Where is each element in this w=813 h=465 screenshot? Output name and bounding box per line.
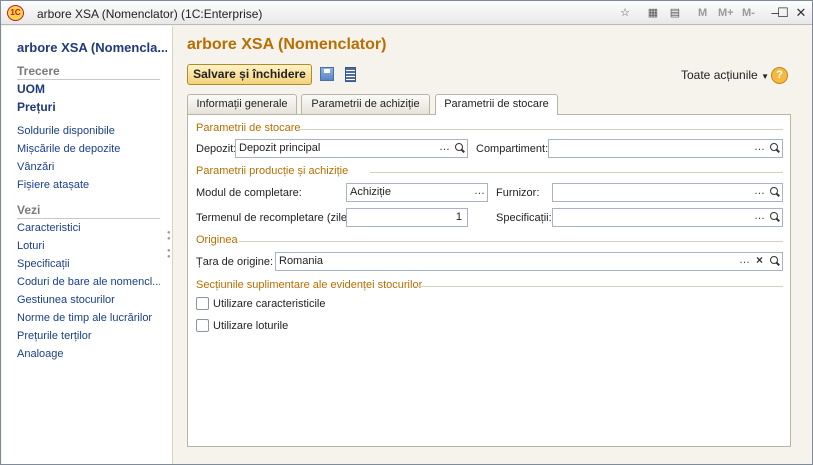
nav-item-uom[interactable]: UOM [17, 82, 45, 96]
title-bar: 1C arbore XSA (Nomenclator) (1C:Enterpri… [1, 1, 812, 25]
group-divider [239, 241, 783, 242]
star-icon[interactable]: ☆ [618, 6, 632, 20]
mod-completare-label: Modul de completare: [196, 187, 302, 199]
nav-link-loturi[interactable]: Loturi [17, 240, 160, 252]
nav-link-vanzari[interactable]: Vânzări [17, 161, 160, 173]
nav-link-soldurile[interactable]: Soldurile disponibile [17, 125, 160, 137]
nav-section-vezi: Vezi [17, 203, 160, 219]
tab-parametrii-stocare[interactable]: Parametrii de stocare [435, 94, 558, 115]
tara-origine-field[interactable]: Romania [275, 252, 783, 271]
group-divider [298, 129, 783, 130]
utilizare-caracteristicile-label[interactable]: Utilizare caracteristicile [213, 298, 325, 310]
nav-link-coduri-de-bare[interactable]: Coduri de bare ale nomencl... [17, 276, 160, 288]
search-icon[interactable] [767, 184, 782, 201]
search-icon[interactable] [767, 253, 782, 270]
group-origin-title: Originea [196, 234, 238, 246]
tara-origine-label: Țara de origine: [196, 256, 274, 268]
memory-minus-button[interactable]: M- [742, 7, 755, 19]
termen-label: Termenul de recompletare (zile): [196, 212, 354, 224]
select-button[interactable]: … [737, 253, 752, 270]
depozit-field[interactable]: Depozit principal [235, 139, 468, 158]
group-storage-title: Parametrii de stocare [196, 122, 301, 134]
splitter-grip-icon: ● ● [167, 230, 171, 242]
nav-title[interactable]: arbore XSA (Nomencla... [17, 40, 167, 55]
nav-link-preturile-tertilor[interactable]: Prețurile terților [17, 330, 160, 342]
nav-link-fisiere[interactable]: Fișiere atașate [17, 179, 160, 191]
calendar-icon[interactable]: ▤ [668, 6, 682, 20]
document-list-icon[interactable] [345, 67, 356, 82]
tab-informatii-generale[interactable]: Informații generale [187, 94, 297, 114]
calculator-icon[interactable]: ▦ [646, 6, 660, 20]
termen-field[interactable]: 1 [346, 208, 468, 227]
nav-link-miscarile[interactable]: Mișcările de depozite [17, 143, 160, 155]
compartiment-label: Compartiment: [476, 143, 549, 155]
application-window: 1C arbore XSA (Nomenclator) (1C:Enterpri… [0, 0, 813, 465]
memory-m-button[interactable]: M [698, 7, 707, 19]
nav-link-analoage[interactable]: Analoage [17, 348, 160, 360]
nav-link-caracteristici[interactable]: Caracteristici [17, 222, 160, 234]
nav-link-norme[interactable]: Norme de timp ale lucrărilor [17, 312, 160, 324]
group-production-title: Parametrii producție și achiziție [196, 165, 349, 177]
furnizor-label: Furnizor: [496, 187, 540, 199]
close-icon[interactable]: ✕ [793, 5, 809, 21]
help-icon[interactable]: ? [771, 67, 788, 84]
select-button[interactable]: … [752, 209, 767, 226]
select-button[interactable]: … [437, 140, 452, 157]
group-sections-title: Secțiunile suplimentare ale evidenței st… [196, 279, 423, 291]
utilizare-loturile-checkbox[interactable] [196, 319, 209, 332]
utilizare-loturile-label[interactable]: Utilizare loturile [213, 320, 288, 332]
splitter-grip-icon: ● ● [167, 248, 171, 260]
depozit-label: Depozit: [196, 143, 237, 155]
search-icon[interactable] [767, 209, 782, 226]
nav-item-preturi[interactable]: Prețuri [17, 100, 56, 114]
select-button[interactable]: … [752, 140, 767, 157]
save-icon[interactable] [320, 67, 334, 81]
save-and-close-button[interactable]: Salvare și închidere [187, 64, 312, 85]
furnizor-field[interactable] [552, 183, 783, 202]
specificatii-label: Specificații: [496, 212, 552, 224]
specificatii-field[interactable] [552, 208, 783, 227]
group-divider [370, 172, 783, 173]
nav-link-gestiunea[interactable]: Gestiunea stocurilor [17, 294, 160, 306]
select-button[interactable]: … [472, 184, 487, 201]
dropdown-arrow-icon: ▼ [761, 72, 769, 81]
all-actions-label: Toate acțiunile [681, 68, 758, 82]
utilizare-caracteristicile-checkbox[interactable] [196, 297, 209, 310]
maximize-icon[interactable]: ☐ [775, 5, 791, 21]
compartiment-field[interactable] [548, 139, 783, 158]
search-icon[interactable] [767, 140, 782, 157]
app-logo-icon[interactable]: 1C [7, 5, 24, 21]
panel-splitter[interactable] [172, 26, 176, 464]
tab-parametrii-achizitie[interactable]: Parametrii de achiziție [301, 94, 430, 114]
nav-section-trecere: Trecere [17, 64, 160, 80]
search-icon[interactable] [452, 140, 467, 157]
navigation-panel: arbore XSA (Nomencla... Trecere UOM Preț… [2, 26, 172, 464]
nav-link-specificatii[interactable]: Specificații [17, 258, 160, 270]
select-button[interactable]: … [752, 184, 767, 201]
page-title: arbore XSA (Nomenclator) [187, 36, 387, 53]
mod-completare-field[interactable]: Achiziție [346, 183, 488, 202]
group-divider [414, 286, 783, 287]
memory-plus-button[interactable]: M+ [718, 7, 734, 19]
clear-icon[interactable]: × [752, 253, 767, 270]
all-actions-menu[interactable]: Toate acțiunile ▼ [681, 68, 769, 82]
window-title: arbore XSA (Nomenclator) (1C:Enterprise) [37, 7, 263, 21]
